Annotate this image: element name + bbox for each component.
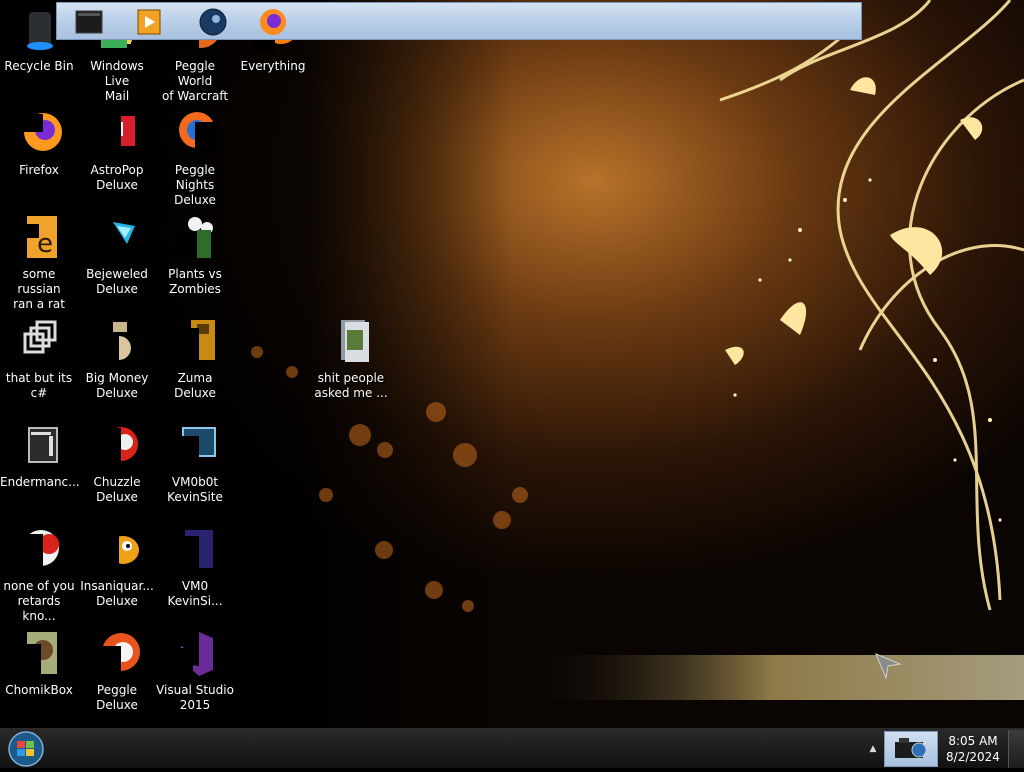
desktop-icon-endermanc[interactable]: Endermanc... [0,422,80,490]
desktop-icon-zuma-deluxe[interactable]: Zuma Deluxe [156,318,234,401]
desktop-icon-vm0b0t-kevinsite[interactable]: VM0b0t KevinSite [156,422,234,505]
zuma-deluxe-icon [171,318,219,364]
windows-media-player-icon [137,9,161,35]
bejeweled-deluxe-icon [93,214,141,260]
generic-app-icon [15,526,63,572]
desktop-icon-label: Peggle Nights Deluxe [174,163,216,207]
visual-studio-2015-icon [171,630,219,676]
desktop-icon-label: VM0 KevinSi... [167,579,223,608]
clock-time: 8:05 AM [948,734,998,748]
chuzzle-deluxe-icon [93,422,141,468]
peggle-nights-deluxe-icon [171,110,219,156]
desktop-icon-peggle-deluxe[interactable]: Peggle Deluxe [78,630,156,713]
desktop-icon-bejeweled-deluxe[interactable]: Bejeweled Deluxe [78,214,156,297]
desktop-icon-label: Windows Live Mail [90,59,144,103]
windows-start-orb-icon [8,731,44,767]
tray-webcam-app[interactable] [884,731,938,767]
desktop-icon-label: Peggle Deluxe [96,683,138,712]
desktop-icon-insaniquarium-deluxe[interactable]: Insaniquar... Deluxe [78,526,156,609]
steam-like-app-icon [199,8,227,36]
desktop-icon-label: Visual Studio 2015 [156,683,234,712]
taskbar-app-band [56,2,862,40]
desktop-icon-label: Insaniquar... Deluxe [80,579,154,608]
webcam-app-icon [895,738,927,758]
taskbar-app-steam[interactable] [189,4,237,40]
vm0b0t-kevinsite-icon [171,422,219,468]
desktop-icon-label: Recycle Bin [4,59,74,73]
desktop-icon-plants-vs-zombies[interactable]: Plants vs Zombies [156,214,234,297]
desktop-icon-none-of-you[interactable]: none of you retards kno... [0,526,78,624]
firefox-icon [15,110,63,156]
desktop-icon-chuzzle-deluxe[interactable]: Chuzzle Deluxe [78,422,156,505]
desktop-icon-label: VM0b0t KevinSite [167,475,223,504]
desktop-icon-label: Bejeweled Deluxe [86,267,148,296]
desktop-icon-label: shit people asked me ... [314,371,388,400]
big-money-deluxe-icon [93,318,141,364]
desktop-icon-folder[interactable]: shit people asked me ... [312,318,390,401]
desktop-icon-label: that but its c# [5,371,73,400]
desktop-icon-some-russian-ran-a-rat[interactable]: e some russian ran a rat [0,214,78,312]
insaniquarium-deluxe-icon [93,526,141,572]
desktop-icon-label: Big Money Deluxe [85,371,149,400]
svg-text:e: e [37,229,53,259]
show-desktop-button[interactable] [1008,730,1024,768]
vm0-kevinsite-icon [171,526,219,572]
desktop-icon-label: AstroPop Deluxe [90,163,144,192]
desktop-icon-label: some russian ran a rat [13,267,65,311]
desktop-icon-astropop-deluxe[interactable]: AstroPop Deluxe [78,110,156,193]
desktop-icon-visual-studio-2015[interactable]: Visual Studio 2015 [156,630,234,713]
firefox-icon [260,9,286,35]
java-archive-icon: e [15,214,63,260]
taskbar-app-firefox[interactable] [249,4,297,40]
tray-up-arrow-icon[interactable]: ▲ [866,736,880,762]
taskbar-app-media-player[interactable] [125,4,173,40]
desktop-icon-firefox[interactable]: Firefox [0,110,78,178]
desktop-icon-chomikbox[interactable]: ChomikBox [0,630,78,698]
desktop-icon-label: Firefox [19,163,59,177]
desktop-icon-label: Chuzzle Deluxe [93,475,141,504]
mouse-cursor-icon [875,653,902,680]
plants-vs-zombies-icon [171,214,219,260]
astropop-deluxe-icon [93,110,141,156]
desktop-icon-peggle-nights-deluxe[interactable]: Peggle Nights Deluxe [156,110,234,208]
clock-date: 8/2/2024 [946,750,1000,764]
desktop-icon-vm0-kevinsite[interactable]: VM0 KevinSi... [156,526,234,609]
folder-icon [327,318,375,364]
desktop-icon-label: Plants vs Zombies [168,267,222,296]
application-window-icon [15,422,63,468]
desktop-icon-big-money-deluxe[interactable]: Big Money Deluxe [78,318,156,401]
taskbar-app-terminal[interactable] [65,4,113,40]
system-clock[interactable]: 8:05 AM 8/2/2024 [940,730,1006,768]
chomikbox-icon [15,630,63,676]
desktop-icon-label: ChomikBox [5,683,73,697]
shortcut-stack-icon [15,318,63,364]
start-button[interactable] [4,730,48,768]
desktop-icon-label: Endermanc... [0,475,80,489]
desktop-icon-label: Everything [240,59,306,73]
desktop-icon-that-but-its-csharp[interactable]: that but its c# [0,318,78,401]
terminal-app-icon [75,10,103,34]
desktop-icon-label: Zuma Deluxe [174,371,216,400]
peggle-deluxe-icon [93,630,141,676]
desktop-icon-label: none of you retards kno... [3,579,75,623]
